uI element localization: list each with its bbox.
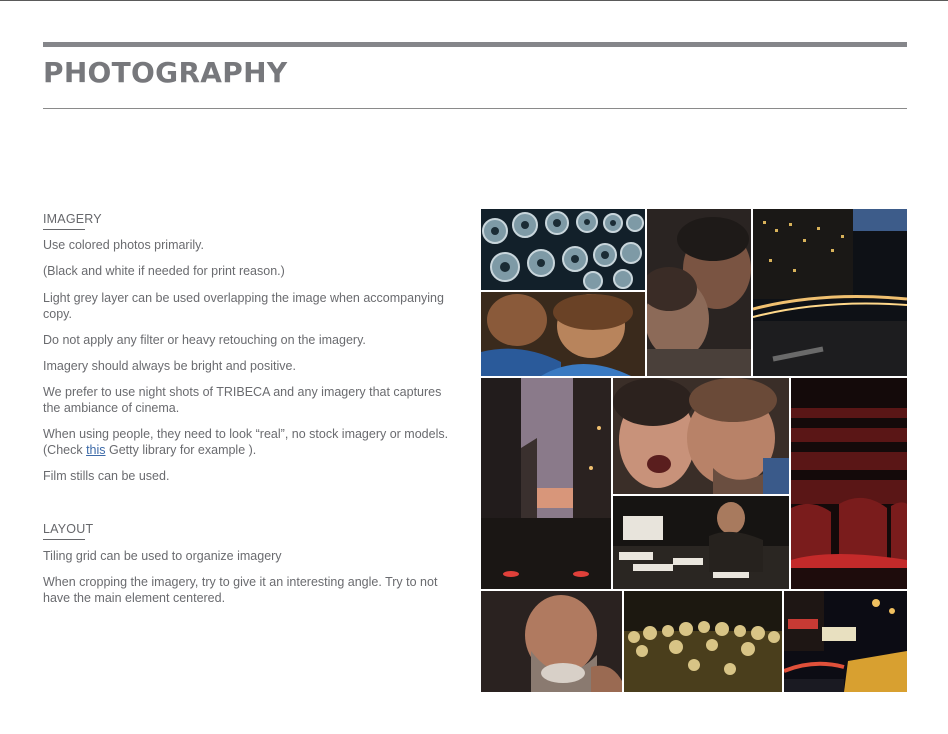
imagery-paragraph: Imagery should always be bright and posi… <box>43 359 296 373</box>
imagery-paragraph-with-link: When using people, they need to look “re… <box>43 426 453 458</box>
theater-seats-photo <box>791 378 907 589</box>
getty-library-link[interactable]: this <box>86 443 105 457</box>
top-border <box>0 0 948 1</box>
popcorn-photo <box>624 591 782 692</box>
film-reels-photo <box>481 209 645 290</box>
laughing-couple-photo <box>613 378 789 494</box>
header-thin-rule <box>43 108 907 109</box>
imagery-paragraph: (Black and white if needed for print rea… <box>43 264 285 278</box>
layout-paragraph: Tiling grid can be used to organize imag… <box>43 549 282 563</box>
imagery-paragraph: Light grey layer can be used overlapping… <box>43 291 444 321</box>
page-title: PHOTOGRAPHY <box>43 56 288 89</box>
city-avenue-dusk-photo <box>481 378 611 589</box>
photo-grid <box>481 209 907 692</box>
mother-child-photo <box>481 292 645 376</box>
imagery-paragraph: Film stills can be used. <box>43 469 170 483</box>
writer-at-desk-photo <box>613 496 789 589</box>
night-taxi-street-photo <box>784 591 907 692</box>
imagery-paragraph: Use colored photos primarily. <box>43 238 204 252</box>
night-street-light-trails-photo <box>753 209 907 376</box>
imagery-heading: IMAGERY <box>43 212 102 230</box>
layout-paragraph: When cropping the imagery, try to give i… <box>43 575 438 605</box>
imagery-paragraph: We prefer to use night shots of TRIBECA … <box>43 385 442 415</box>
layout-heading: LAYOUT <box>43 522 93 540</box>
header-thick-rule <box>43 42 907 47</box>
imagery-paragraph: Do not apply any filter or heavy retouch… <box>43 333 366 347</box>
smiling-bearded-man-photo <box>481 591 622 692</box>
imagery-text: Getty library for example ). <box>105 443 257 457</box>
couple-closeup-photo <box>647 209 751 376</box>
